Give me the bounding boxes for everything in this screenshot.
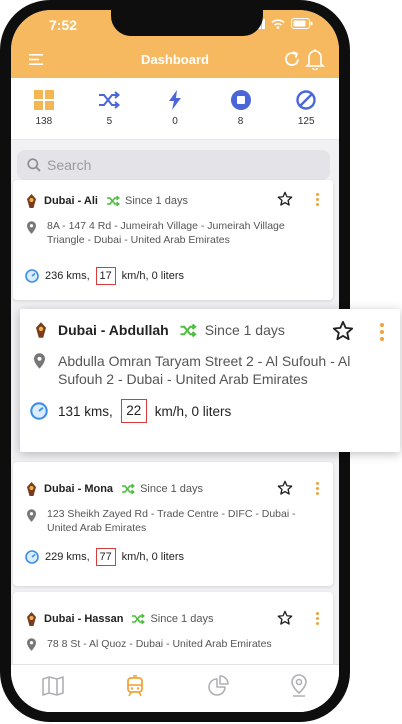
speed-value: 22 — [120, 399, 147, 423]
vehicle-metrics: 236 kms, 17 km/h, 0 liters — [25, 267, 184, 285]
battery-icon — [291, 18, 313, 29]
car-marker-icon — [36, 322, 46, 338]
speed-value: 77 — [95, 548, 116, 566]
stat-count: 8 — [237, 116, 244, 127]
vehicle-address: 8A - 147 4 Rd - Jumeirah Village - Jumei… — [47, 220, 285, 246]
moving-icon — [122, 483, 135, 495]
vehicle-header: Dubai - Ali Since 1 days — [27, 194, 188, 208]
stat-inactive[interactable]: 125 — [278, 90, 334, 127]
more-options-icon[interactable] — [316, 193, 319, 206]
star-icon[interactable] — [277, 191, 293, 207]
since-text: Since 1 days — [124, 195, 188, 207]
unit-text: km/h, 0 liters — [121, 551, 184, 563]
star-icon[interactable] — [277, 610, 293, 626]
vehicle-name: Dubai - Ali — [44, 195, 98, 207]
bottom-tab-bar — [11, 664, 339, 712]
shuffle-icon — [99, 91, 121, 109]
moving-icon — [180, 323, 197, 337]
vehicle-name: Dubai - Abdullah — [58, 322, 169, 338]
vehicle-header: Dubai - Mona Since 1 days — [27, 482, 203, 496]
since-text: Since 1 days — [140, 483, 204, 495]
stat-count: 138 — [35, 116, 53, 127]
kms-text: 236 kms, — [45, 270, 90, 282]
star-icon[interactable] — [332, 320, 354, 342]
kms-text: 131 kms, — [58, 403, 113, 419]
vehicle-metrics: 131 kms, 22 km/h, 0 liters — [30, 399, 231, 423]
search-bar — [17, 150, 330, 180]
location-pin-icon — [27, 509, 36, 522]
vehicle-status-bar: 138 5 0 8 125 — [11, 78, 339, 140]
tram-icon[interactable] — [125, 674, 145, 697]
more-options-icon[interactable] — [316, 482, 319, 495]
stop-icon — [230, 90, 251, 110]
status-time: 7:52 — [49, 17, 78, 33]
speedometer-icon — [25, 269, 39, 283]
stat-count: 5 — [106, 116, 113, 127]
speedometer-icon — [30, 402, 48, 420]
vehicle-address: Abdulla Omran Taryam Street 2 - Al Sufou… — [58, 353, 351, 388]
stat-count: 0 — [172, 116, 178, 127]
stat-all[interactable]: 138 — [16, 90, 72, 127]
speedometer-icon — [25, 550, 39, 564]
more-options-icon[interactable] — [380, 323, 384, 341]
search-icon — [27, 158, 41, 172]
bolt-icon — [168, 90, 181, 110]
vehicle-card-abdullah[interactable]: Dubai - Abdullah Since 1 days Abdulla Om… — [20, 309, 400, 452]
kms-text: 229 kms, — [45, 551, 90, 563]
vehicle-name: Dubai - Mona — [44, 483, 114, 495]
location-pin-icon — [34, 353, 45, 369]
refresh-icon[interactable] — [283, 50, 301, 68]
vehicle-header: Dubai - Hassan Since 1 days — [27, 612, 213, 626]
more-options-icon[interactable] — [316, 612, 319, 625]
stat-stopped[interactable]: 8 — [213, 90, 269, 127]
car-marker-icon — [27, 482, 36, 496]
location-pin-icon — [27, 638, 36, 651]
vehicle-card-mona[interactable]: Dubai - Mona Since 1 days 123 Sheikh Zay… — [13, 462, 333, 586]
vehicle-address: 123 Sheikh Zayed Rd - Trade Centre - DIF… — [47, 508, 296, 534]
map-icon[interactable] — [41, 675, 64, 696]
vehicle-name: Dubai - Hassan — [44, 613, 124, 625]
since-text: Since 1 days — [150, 613, 214, 625]
car-marker-icon — [27, 194, 36, 208]
vehicle-header: Dubai - Abdullah Since 1 days — [36, 322, 285, 338]
chart-icon[interactable] — [207, 674, 229, 697]
block-icon — [296, 90, 316, 110]
grid-icon — [33, 90, 54, 110]
speed-value: 17 — [95, 267, 116, 285]
vehicle-card-ali[interactable]: Dubai - Ali Since 1 days 8A - 147 4 Rd -… — [13, 180, 333, 300]
vehicle-address: 78 8 St - Al Quoz - Dubai - United Arab … — [47, 638, 272, 650]
unit-text: km/h, 0 liters — [121, 270, 184, 282]
stat-count: 125 — [297, 116, 315, 127]
car-marker-icon — [27, 612, 36, 626]
since-text: Since 1 days — [204, 322, 285, 338]
location-pin-icon — [27, 221, 36, 234]
unit-text: km/h, 0 liters — [154, 403, 232, 419]
search-input[interactable] — [47, 157, 307, 173]
star-icon[interactable] — [277, 480, 293, 496]
stat-idle[interactable]: 0 — [147, 90, 203, 127]
moving-icon — [106, 195, 120, 207]
device-notch — [111, 10, 263, 36]
vehicle-metrics: 229 kms, 77 km/h, 0 liters — [25, 548, 184, 566]
wifi-icon — [271, 18, 285, 29]
bell-icon[interactable] — [305, 48, 325, 70]
location-pin-icon[interactable] — [290, 673, 308, 698]
moving-icon — [132, 613, 146, 625]
stat-moving[interactable]: 5 — [81, 90, 137, 127]
